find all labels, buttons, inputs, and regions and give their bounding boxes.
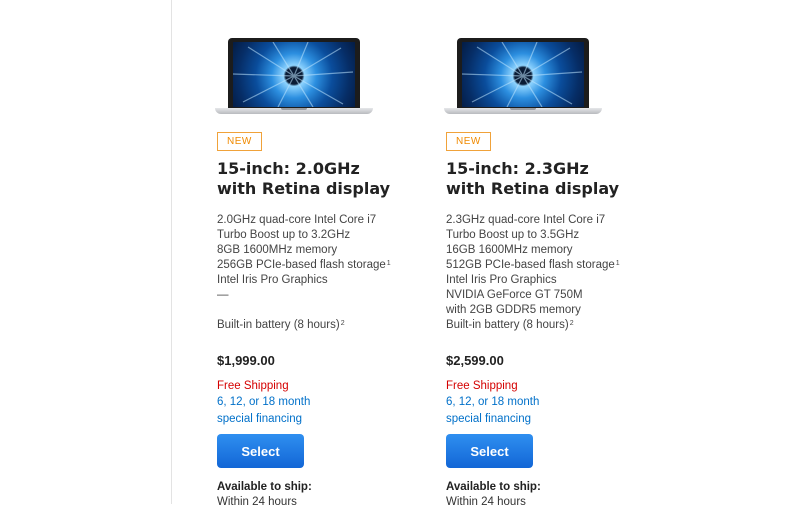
product-title-line1: 15-inch: 2.3GHz	[446, 159, 589, 178]
laptop-screen	[462, 42, 584, 107]
spec-battery: Built-in battery (8 hours)2	[446, 318, 656, 333]
laptop-lid	[228, 38, 360, 110]
storage-footnote[interactable]: 1	[387, 260, 391, 267]
laptop-notch	[510, 108, 536, 110]
availability-label: Available to ship:	[446, 481, 541, 493]
laptop-notch	[281, 108, 307, 110]
financing-line2: special financing	[446, 413, 532, 425]
select-button[interactable]: Select	[446, 434, 533, 468]
spec-battery-text: Built-in battery (8 hours)	[446, 319, 569, 331]
spec-discrete-memory: with 2GB GDDR5 memory	[446, 304, 581, 316]
spec-storage-text: 256GB PCIe-based flash storage	[217, 259, 386, 271]
product-title-line2: with Retina display	[217, 179, 391, 198]
storage-footnote[interactable]: 1	[616, 260, 620, 267]
macbook-pro-image[interactable]	[215, 38, 375, 122]
availability-value: Within 24 hours	[446, 496, 526, 508]
product-title-line1: 15-inch: 2.0GHz	[217, 159, 360, 178]
laptop-lid	[457, 38, 589, 110]
financing-line1: 6, 12, or 18 month	[446, 396, 540, 408]
macbook-pro-image[interactable]	[444, 38, 604, 122]
product-card: NEW 15-inch: 2.3GHz with Retina display …	[444, 0, 656, 508]
spec-storage-text: 512GB PCIe-based flash storage	[446, 259, 615, 271]
financing-link[interactable]: 6, 12, or 18 month special financing	[217, 394, 427, 428]
battery-footnote[interactable]: 2	[570, 320, 574, 327]
spec-discrete-memory	[217, 303, 427, 318]
free-shipping-label: Free Shipping	[446, 380, 518, 392]
spec-memory: 8GB 1600MHz memory	[217, 244, 338, 256]
spec-turbo-boost: Turbo Boost up to 3.2GHz	[217, 229, 351, 241]
financing-link[interactable]: 6, 12, or 18 month special financing	[446, 394, 656, 428]
spec-discrete-graphics: —	[217, 289, 229, 301]
new-badge: NEW	[217, 132, 262, 151]
spec-list: 2.0GHz quad-core Intel Core i7 Turbo Boo…	[217, 213, 427, 333]
spec-storage: 256GB PCIe-based flash storage1	[217, 258, 427, 273]
free-shipping-label: Free Shipping	[217, 380, 289, 392]
spec-battery: Built-in battery (8 hours)2	[217, 318, 427, 333]
new-badge: NEW	[446, 132, 491, 151]
spec-processor: 2.0GHz quad-core Intel Core i7	[217, 214, 377, 226]
laptop-screen	[233, 42, 355, 107]
column-divider	[171, 0, 172, 504]
spec-memory: 16GB 1600MHz memory	[446, 244, 573, 256]
availability-value: Within 24 hours	[217, 496, 297, 508]
price: $1,999.00	[217, 353, 275, 368]
spec-graphics: Intel Iris Pro Graphics	[217, 274, 328, 286]
product-card: NEW 15-inch: 2.0GHz with Retina display …	[215, 0, 427, 508]
spec-discrete-graphics: NVIDIA GeForce GT 750M	[446, 289, 583, 301]
product-title[interactable]: 15-inch: 2.3GHz with Retina display	[446, 159, 656, 199]
spec-turbo-boost: Turbo Boost up to 3.5GHz	[446, 229, 580, 241]
select-button[interactable]: Select	[217, 434, 304, 468]
financing-line2: special financing	[217, 413, 303, 425]
spec-graphics: Intel Iris Pro Graphics	[446, 274, 557, 286]
availability-label: Available to ship:	[217, 481, 312, 493]
spec-processor: 2.3GHz quad-core Intel Core i7	[446, 214, 606, 226]
spec-storage: 512GB PCIe-based flash storage1	[446, 258, 656, 273]
spec-battery-text: Built-in battery (8 hours)	[217, 319, 340, 331]
battery-footnote[interactable]: 2	[341, 320, 345, 327]
spec-list: 2.3GHz quad-core Intel Core i7 Turbo Boo…	[446, 213, 656, 333]
product-title[interactable]: 15-inch: 2.0GHz with Retina display	[217, 159, 427, 199]
financing-line1: 6, 12, or 18 month	[217, 396, 311, 408]
product-title-line2: with Retina display	[446, 179, 620, 198]
price: $2,599.00	[446, 353, 504, 368]
